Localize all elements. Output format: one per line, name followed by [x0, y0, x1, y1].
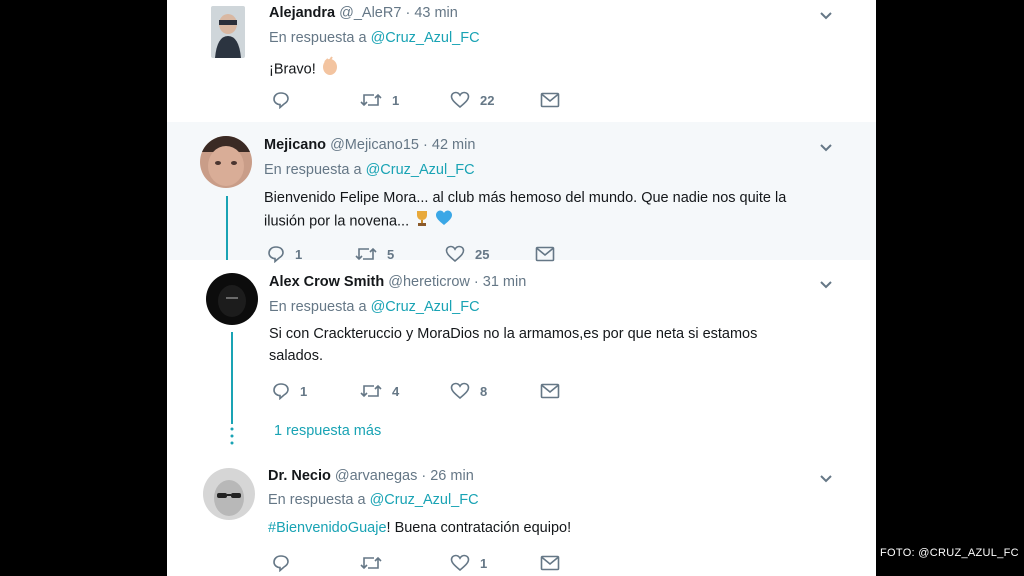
retweet-count: 1	[392, 92, 400, 108]
reply-prefix: En respuesta a	[268, 492, 366, 508]
avatar[interactable]	[200, 136, 252, 188]
reply-context: En respuesta a @Cruz_Azul_FC	[269, 30, 480, 46]
author-name[interactable]: Alex Crow Smith	[269, 274, 384, 290]
clapping-hands-emoji-icon	[320, 56, 340, 83]
reply-prefix: En respuesta a	[269, 30, 367, 46]
heart-icon	[450, 91, 470, 109]
author-handle[interactable]: @_AleR7	[339, 5, 401, 21]
timestamp[interactable]: 26 min	[430, 468, 474, 484]
reply-button[interactable]: 1	[272, 381, 307, 401]
photo-credit: FOTO: @CRUZ_AZUL_FC	[880, 547, 1019, 559]
avatar[interactable]	[203, 468, 255, 520]
reply-context: En respuesta a @Cruz_Azul_FC	[264, 162, 475, 178]
tweet-text-line: ilusión por la novena...	[264, 209, 854, 234]
separator: ·	[473, 274, 479, 290]
tweet-actions: 1 22	[272, 90, 572, 110]
separator: ·	[405, 5, 411, 21]
reply-icon	[273, 383, 289, 400]
retweet-count: 4	[392, 383, 400, 399]
tweet-text: ¡Bravo!	[269, 56, 859, 83]
reply-button[interactable]	[272, 90, 300, 110]
like-button[interactable]: 1	[450, 553, 487, 573]
mention-link[interactable]: @Cruz_Azul_FC	[371, 299, 480, 315]
tweet-text-line: salados.	[269, 348, 324, 364]
dm-button[interactable]	[540, 90, 560, 110]
retweet-button[interactable]: 1	[360, 90, 399, 110]
author-name[interactable]: Alejandra	[269, 5, 335, 21]
blue-heart-emoji-icon	[435, 209, 453, 234]
envelope-icon	[540, 555, 560, 571]
like-button[interactable]: 22	[450, 90, 494, 110]
separator: ·	[423, 137, 428, 153]
retweet-icon	[360, 556, 382, 570]
tweet-dr-necio[interactable]: Dr. Necio @arvanegas · 26 min En respues…	[167, 455, 876, 576]
thread-line	[226, 196, 228, 260]
like-count: 8	[480, 383, 488, 399]
like-count: 1	[480, 555, 488, 571]
tweet-text-line: Bienvenido Felipe Mora... al club más he…	[264, 190, 787, 206]
author-handle[interactable]: @hereticrow	[388, 274, 470, 290]
mention-link[interactable]: @Cruz_Azul_FC	[371, 30, 480, 46]
reply-context: En respuesta a @Cruz_Azul_FC	[268, 492, 479, 508]
retweet-icon	[360, 384, 382, 398]
timestamp[interactable]: 42 min	[432, 137, 476, 153]
tweet-text-content: ilusión por la novena...	[264, 213, 410, 230]
tweet-text-content: ¡Bravo!	[269, 61, 316, 78]
reply-icon	[273, 555, 289, 572]
chevron-down-icon[interactable]	[817, 275, 835, 293]
tweet-alex-crow-smith[interactable]: Alex Crow Smith @hereticrow · 31 min En …	[167, 260, 876, 455]
avatar[interactable]	[211, 6, 245, 58]
retweet-icon	[360, 93, 382, 107]
envelope-icon	[540, 92, 560, 108]
thread-line	[231, 332, 233, 424]
reply-context: En respuesta a @Cruz_Azul_FC	[269, 299, 480, 315]
tweet-text: Si con Crackteruccio y MoraDios no la ar…	[269, 323, 859, 367]
tweet-text: #BienvenidoGuaje! Buena contratación equ…	[268, 517, 858, 539]
trophy-emoji-icon	[413, 209, 431, 234]
timestamp[interactable]: 31 min	[483, 274, 527, 290]
like-count: 22	[480, 92, 495, 108]
separator: ·	[421, 468, 427, 484]
dm-button[interactable]	[540, 553, 560, 573]
tweet-actions: 1	[272, 553, 572, 573]
thread-dots	[230, 426, 234, 446]
tweet-mejicano[interactable]: Mejicano @Mejicano15 · 42 min En respues…	[167, 122, 876, 263]
author-handle[interactable]: @Mejicano15	[330, 137, 419, 153]
reply-prefix: En respuesta a	[269, 299, 367, 315]
retweet-button[interactable]: 4	[360, 381, 399, 401]
tweet-text: Bienvenido Felipe Mora... al club más he…	[264, 187, 854, 234]
timestamp[interactable]: 43 min	[414, 5, 458, 21]
mention-link[interactable]: @Cruz_Azul_FC	[370, 492, 479, 508]
author-name[interactable]: Mejicano	[264, 137, 326, 153]
reply-button[interactable]	[272, 553, 290, 573]
chevron-down-icon[interactable]	[817, 469, 835, 487]
heart-icon	[450, 382, 470, 400]
tweet-text-line: Si con Crackteruccio y MoraDios no la ar…	[269, 326, 758, 342]
reply-prefix: En respuesta a	[264, 162, 362, 178]
reply-count: 1	[300, 383, 308, 399]
tweet-actions: 1 4 8	[272, 381, 572, 401]
author-name[interactable]: Dr. Necio	[268, 468, 331, 484]
chevron-down-icon[interactable]	[817, 138, 835, 156]
envelope-icon	[540, 383, 560, 399]
like-button[interactable]: 8	[450, 381, 487, 401]
avatar[interactable]	[206, 273, 258, 325]
more-replies-link[interactable]: 1 respuesta más	[274, 423, 381, 439]
author-handle[interactable]: @arvanegas	[335, 468, 417, 484]
chevron-down-icon[interactable]	[817, 6, 835, 24]
hashtag-link[interactable]: #BienvenidoGuaje	[268, 520, 387, 536]
mention-link[interactable]: @Cruz_Azul_FC	[366, 162, 475, 178]
retweet-button[interactable]	[360, 553, 382, 573]
heart-icon	[450, 554, 470, 572]
tweet-alejandra[interactable]: Alejandra @_AleR7 · 43 min En respuesta …	[167, 0, 876, 122]
reply-icon	[273, 92, 289, 109]
tweet-feed: Alejandra @_AleR7 · 43 min En respuesta …	[167, 0, 876, 576]
tweet-text-content: ! Buena contratación equipo!	[386, 520, 572, 536]
dm-button[interactable]	[540, 381, 560, 401]
